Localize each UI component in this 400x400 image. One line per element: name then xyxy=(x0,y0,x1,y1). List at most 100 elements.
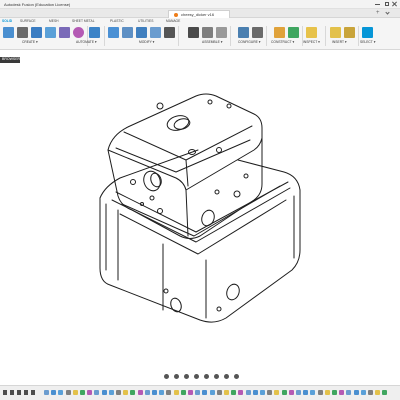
timeline-feature-icon[interactable] xyxy=(101,390,107,395)
select-icon[interactable] xyxy=(362,27,373,38)
timeline-feature-icon[interactable] xyxy=(324,390,330,395)
timeline-feature-icon[interactable] xyxy=(72,390,78,395)
new-component-assemble-icon[interactable] xyxy=(188,27,199,38)
timeline-feature-icon[interactable] xyxy=(137,390,143,395)
insert-mesh-icon[interactable] xyxy=(330,27,341,38)
tab-plastic[interactable]: PLASTIC xyxy=(110,19,124,23)
timeline-feature-icon[interactable] xyxy=(159,390,165,395)
timeline-feature-icon[interactable] xyxy=(317,390,323,395)
revolve-icon[interactable] xyxy=(45,27,56,38)
zoom-icon[interactable] xyxy=(194,374,199,379)
move-icon[interactable] xyxy=(164,27,175,38)
midplane-icon[interactable] xyxy=(288,27,299,38)
timeline-feature-icon[interactable] xyxy=(346,390,352,395)
create-group[interactable]: CREATE xyxy=(22,40,38,44)
timeline-feature-icon[interactable] xyxy=(130,390,136,395)
maximize-icon[interactable] xyxy=(385,2,389,6)
timeline-feature-icon[interactable] xyxy=(80,390,85,395)
timeline-feature-icon[interactable] xyxy=(65,390,71,395)
timeline-feature-icon[interactable] xyxy=(281,390,287,395)
minimize-icon[interactable] xyxy=(375,4,380,5)
timeline-feature-icon[interactable] xyxy=(267,390,273,395)
timeline-feature-icon[interactable] xyxy=(94,390,100,395)
modify-group[interactable]: MODIFY xyxy=(139,40,154,44)
display-settings-icon[interactable] xyxy=(214,374,219,379)
viewports-icon[interactable] xyxy=(234,374,239,379)
configure-group[interactable]: CONFIGURE xyxy=(238,40,260,44)
tab-manage[interactable]: MANAGE xyxy=(166,19,180,23)
timeline-feature-icon[interactable] xyxy=(245,390,251,395)
last-step-icon[interactable] xyxy=(31,390,35,395)
offset-plane-icon[interactable] xyxy=(274,27,285,38)
timeline-feature-icon[interactable] xyxy=(209,390,215,395)
look-at-icon[interactable] xyxy=(184,374,189,379)
timeline-feature-icon[interactable] xyxy=(260,390,265,395)
play-icon[interactable] xyxy=(17,390,21,395)
timeline-feature-icon[interactable] xyxy=(274,390,280,395)
shell-icon[interactable] xyxy=(150,27,161,38)
joint-icon[interactable] xyxy=(202,27,213,38)
grid-icon[interactable] xyxy=(224,374,229,379)
timeline-feature-icon[interactable] xyxy=(296,390,301,395)
timeline-feature-icon[interactable] xyxy=(360,390,366,395)
timeline-feature-icon[interactable] xyxy=(368,390,373,395)
timeline-feature-icon[interactable] xyxy=(353,390,359,395)
timeline-feature-icon[interactable] xyxy=(58,390,64,395)
timeline-feature-icon[interactable] xyxy=(51,390,57,395)
timeline-feature-icon[interactable] xyxy=(231,390,237,395)
timeline-feature-icon[interactable] xyxy=(375,390,381,395)
first-step-icon[interactable] xyxy=(3,390,7,395)
select-group[interactable]: SELECT xyxy=(360,40,375,44)
press-pull-icon[interactable] xyxy=(108,27,119,38)
timeline-feature-icon[interactable] xyxy=(288,390,294,395)
previous-step-icon[interactable] xyxy=(10,390,14,395)
timeline-feature-icon[interactable] xyxy=(44,390,49,395)
tab-mesh[interactable]: MESH xyxy=(49,19,59,23)
timeline-feature-icon[interactable] xyxy=(216,390,222,395)
browser-panel-toggle[interactable]: BROWSER xyxy=(0,57,20,63)
create-sketch-icon[interactable] xyxy=(17,27,28,38)
automate-group[interactable]: AUTOMATE xyxy=(76,40,97,44)
pan-icon[interactable] xyxy=(174,374,179,379)
chamfer-icon[interactable] xyxy=(136,27,147,38)
timeline-feature-icon[interactable] xyxy=(188,390,193,395)
new-tab-icon[interactable]: + xyxy=(376,10,380,16)
tab-surface[interactable]: SURFACE xyxy=(20,19,36,23)
measure-icon[interactable] xyxy=(306,27,317,38)
timeline-feature-icon[interactable] xyxy=(87,390,93,395)
timeline-feature-icon[interactable] xyxy=(303,390,309,395)
timeline-feature-icon[interactable] xyxy=(108,390,114,395)
insert-group[interactable]: INSERT xyxy=(332,40,347,44)
assemble-group[interactable]: ASSEMBLE xyxy=(202,40,222,44)
fillet-icon[interactable] xyxy=(122,27,133,38)
tab-sheet-metal[interactable]: SHEET METAL xyxy=(72,19,95,23)
timeline-feature-icon[interactable] xyxy=(252,390,258,395)
automate-icon[interactable] xyxy=(89,27,100,38)
new-component-icon[interactable] xyxy=(3,27,14,38)
next-step-icon[interactable] xyxy=(24,390,28,395)
chevron-down-icon[interactable] xyxy=(385,10,390,15)
timeline-feature-icon[interactable] xyxy=(180,390,186,395)
form-icon[interactable] xyxy=(73,27,84,38)
document-tab[interactable]: cheesy_dicker v16 xyxy=(168,10,230,18)
timeline-feature-icon[interactable] xyxy=(195,390,201,395)
timeline-feature-icon[interactable] xyxy=(310,390,316,395)
timeline-feature-icon[interactable] xyxy=(224,390,229,395)
timeline-feature-icon[interactable] xyxy=(152,390,157,395)
timeline-feature-icon[interactable] xyxy=(144,390,150,395)
hole-icon[interactable] xyxy=(59,27,70,38)
timeline-feature-icon[interactable] xyxy=(332,390,337,395)
timeline-feature-icon[interactable] xyxy=(238,390,244,395)
as-built-joint-icon[interactable] xyxy=(216,27,227,38)
timeline-feature-icon[interactable] xyxy=(202,390,208,395)
tab-solid[interactable]: SOLID xyxy=(2,19,12,23)
decal-icon[interactable] xyxy=(344,27,355,38)
configure-table-icon[interactable] xyxy=(238,27,249,38)
extrude-icon[interactable] xyxy=(31,27,42,38)
orbit-icon[interactable] xyxy=(164,374,169,379)
fit-icon[interactable] xyxy=(204,374,209,379)
timeline-feature-icon[interactable] xyxy=(382,390,388,395)
cheese-dice-model[interactable] xyxy=(0,51,400,373)
construct-group[interactable]: CONSTRUCT xyxy=(271,40,294,44)
tab-utilities[interactable]: UTILITIES xyxy=(138,19,153,23)
